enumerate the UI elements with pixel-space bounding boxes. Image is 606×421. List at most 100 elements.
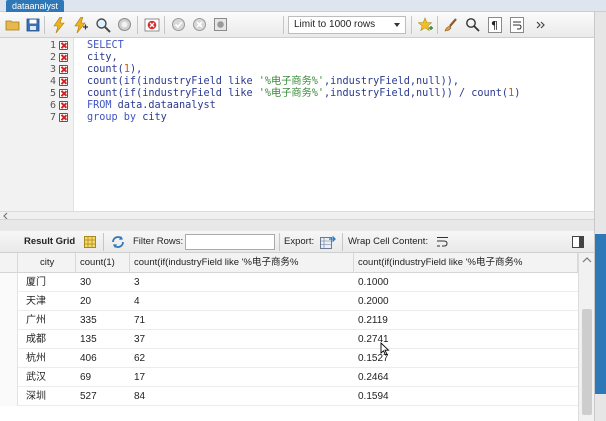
error-marker-icon[interactable] [59, 65, 68, 74]
table-cell[interactable]: 0.1594 [354, 387, 389, 406]
table-cell[interactable]: 广州 [22, 311, 46, 330]
table-cell[interactable]: 4 [130, 292, 140, 311]
result-grid-tab[interactable]: Result Grid [24, 231, 75, 253]
table-cell[interactable]: 335 [76, 311, 97, 330]
add-snippet-star-icon[interactable] [417, 16, 434, 33]
error-marker-icon[interactable] [59, 41, 68, 50]
beautify-brush-icon[interactable] [442, 16, 459, 33]
editor-line[interactable]: 4 count(if(industryField like '%电子商务%',in… [0, 76, 594, 88]
code-token: '%电子商务%' [258, 88, 325, 99]
table-cell[interactable]: 0.2000 [354, 292, 389, 311]
table-cell[interactable]: 杭州 [22, 349, 46, 368]
save-icon[interactable] [24, 16, 41, 33]
table-row[interactable]: 杭州 406 62 0.1527 [0, 349, 578, 368]
table-cell[interactable]: 69 [76, 368, 91, 387]
open-file-icon[interactable] [4, 16, 21, 33]
table-row[interactable]: 武汉 69 17 0.2464 [0, 368, 578, 387]
side-panel-edge[interactable] [594, 12, 606, 421]
tab-dataanalyst[interactable]: dataanalyst [6, 0, 65, 12]
table-cell[interactable]: 84 [130, 387, 145, 406]
panel-splitter[interactable] [0, 219, 594, 231]
column-header[interactable]: count(1) [76, 253, 130, 273]
code-text[interactable]: FROM data.dataanalyst [87, 100, 216, 112]
editor-line[interactable]: 5 count(if(industryField like '%电子商务%',in… [0, 88, 594, 100]
table-row[interactable]: 成都 135 37 0.2741 [0, 330, 578, 349]
table-cell[interactable]: 武汉 [22, 368, 46, 387]
row-header[interactable] [0, 311, 18, 330]
filter-rows-input[interactable] [185, 234, 275, 250]
table-cell[interactable]: 30 [76, 273, 91, 292]
sql-editor[interactable]: 1 SELECT 2 city, 3 count(1), 4 count(if(industr… [0, 38, 594, 211]
grid-view-icon[interactable] [84, 236, 96, 248]
code-text[interactable]: SELECT [87, 40, 124, 52]
row-header[interactable] [0, 330, 18, 349]
table-cell[interactable]: 37 [130, 330, 145, 349]
rollback-icon[interactable] [191, 16, 208, 33]
row-header[interactable] [0, 368, 18, 387]
column-header[interactable]: city [18, 253, 76, 273]
error-marker-icon[interactable] [59, 101, 68, 110]
table-cell[interactable]: 406 [76, 349, 97, 368]
scroll-up-icon[interactable] [582, 256, 592, 264]
row-header[interactable] [0, 273, 18, 292]
toolbar-overflow-icon[interactable] [532, 16, 549, 33]
commit-icon[interactable] [170, 16, 187, 33]
table-cell[interactable]: 71 [130, 311, 145, 330]
grid-vertical-scrollbar[interactable] [578, 253, 594, 421]
table-cell[interactable]: 527 [76, 387, 97, 406]
code-text[interactable]: count(1), [87, 64, 142, 76]
explain-icon[interactable] [94, 16, 111, 33]
table-cell[interactable]: 0.1000 [354, 273, 389, 292]
scrollbar-thumb[interactable] [582, 309, 592, 415]
editor-horizontal-scrollbar[interactable] [0, 211, 594, 220]
code-text[interactable]: count(if(industryField like '%电子商务%',ind… [87, 76, 459, 88]
word-wrap-icon[interactable] [508, 16, 525, 33]
error-marker-icon[interactable] [59, 53, 68, 62]
table-row[interactable]: 深圳 527 84 0.1594 [0, 387, 578, 406]
table-row[interactable]: 厦门 30 3 0.1000 [0, 273, 578, 292]
code-text[interactable]: group by city [87, 112, 167, 124]
error-marker-icon[interactable] [59, 77, 68, 86]
table-cell[interactable]: 0.2464 [354, 368, 389, 387]
limit-rows-select[interactable]: Limit to 1000 rows [288, 16, 406, 34]
autocommit-icon[interactable] [212, 16, 229, 33]
code-text[interactable]: count(if(industryField like '%电子商务%',ind… [87, 88, 520, 100]
table-cell[interactable]: 135 [76, 330, 97, 349]
table-cell[interactable]: 成都 [22, 330, 46, 349]
export-icon[interactable] [320, 235, 336, 249]
table-cell[interactable]: 厦门 [22, 273, 46, 292]
table-cell[interactable]: 20 [76, 292, 91, 311]
table-cell[interactable]: 3 [130, 273, 140, 292]
table-cell[interactable]: 17 [130, 368, 145, 387]
editor-line[interactable]: 3 count(1), [0, 64, 594, 76]
editor-line[interactable]: 1 SELECT [0, 40, 594, 52]
table-cell[interactable]: 天津 [22, 292, 46, 311]
toggle-error-icon[interactable] [143, 16, 160, 33]
execute-current-icon[interactable] [72, 16, 89, 33]
toggle-panel-icon[interactable] [572, 236, 584, 248]
editor-line[interactable]: 6 FROM data.dataanalyst [0, 100, 594, 112]
column-header[interactable]: count(if(industryField like '%电子商务% [354, 253, 578, 273]
code-text[interactable]: city, [87, 52, 118, 64]
result-grid[interactable]: city count(1) count(if(industryField lik… [0, 253, 578, 421]
refresh-icon[interactable] [110, 235, 126, 249]
editor-line[interactable]: 2 city, [0, 52, 594, 64]
execute-all-icon[interactable] [50, 16, 67, 33]
error-marker-icon[interactable] [59, 89, 68, 98]
editor-line[interactable]: 7 group by city [0, 112, 594, 124]
table-row[interactable]: 广州 335 71 0.2119 [0, 311, 578, 330]
wrap-cell-icon[interactable] [436, 236, 450, 248]
column-header[interactable]: count(if(industryField like '%电子商务% [130, 253, 354, 273]
table-cell[interactable]: 0.2119 [354, 311, 388, 330]
error-marker-icon[interactable] [59, 113, 68, 122]
row-header[interactable] [0, 387, 18, 406]
row-header[interactable] [0, 292, 18, 311]
table-row[interactable]: 天津 20 4 0.2000 [0, 292, 578, 311]
show-invisibles-icon[interactable]: ¶ [486, 16, 503, 33]
table-cell[interactable]: 62 [130, 349, 145, 368]
stop-icon[interactable] [116, 16, 133, 33]
side-panel-handle[interactable] [595, 234, 606, 394]
find-icon[interactable] [464, 16, 481, 33]
table-cell[interactable]: 深圳 [22, 387, 46, 406]
row-header[interactable] [0, 349, 18, 368]
